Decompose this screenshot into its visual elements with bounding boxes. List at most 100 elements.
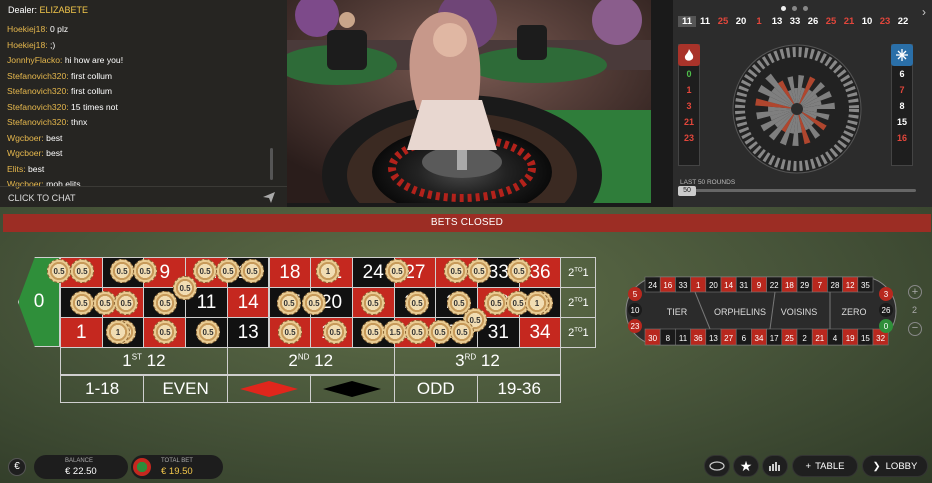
bet-chip: 0.5 [70,291,94,315]
odd-bet[interactable]: ODD [393,375,478,403]
bet-chip: 0.5 [361,320,385,344]
bet-chip: 0.5 [484,291,508,315]
race-number-label: 10 [631,306,640,315]
race-number-label: 0 [884,322,889,331]
cold-number: 7 [899,85,905,95]
race-section-tier[interactable]: TIER [667,307,688,317]
number-label: 36 [529,261,551,283]
black-bet[interactable] [310,375,395,403]
racetrack[interactable]: 24 16 33 1 20 14 31 9 22 18 29 7 28 12 35 30 8 11 36 13 27 6 3… [625,276,898,346]
bet-chip: 0.5 [278,320,302,344]
history-number: 33 [789,16,801,27]
bet-chip: 0.5 [405,291,429,315]
chat-username: Stefanovich320: [7,70,69,81]
hot-numbers: 0 1 3 21 23 [678,44,700,166]
chat-panel: Dealer: ELIZABETE Hoekiej18: 0 plz Hoekie… [0,0,287,207]
chat-username: Stefanovich320: [7,86,69,96]
dozen-bet-1[interactable]: 1ST 12 [60,347,228,375]
rounds-slider-track[interactable] [678,189,916,192]
number-label: 11 [196,291,217,313]
number-cell-13[interactable]: 13 [226,317,270,348]
bet-chip: 0.5 [302,291,326,315]
chat-scrollbar[interactable] [270,148,273,180]
number-label: 33 [487,261,509,283]
chat-placeholder: CLICK TO CHAT [8,193,76,203]
dozen-bet-3[interactable]: 3RD 12 [393,347,562,375]
chat-text: best [28,163,45,174]
chat-username: Hoekiej18: [7,39,48,50]
chat-message: JonnhyFlacko: hi how are you! [7,53,123,69]
low-bet[interactable]: 1-18 [60,375,145,403]
number-cell-1[interactable]: 1 [60,317,103,348]
chat-bubble-icon[interactable] [704,455,730,477]
history-number: 26 [807,16,819,27]
rounds-slider-handle[interactable]: 50 [678,186,696,196]
high-bet[interactable]: 19-36 [477,375,562,403]
chevron-right-icon[interactable]: › [922,5,926,19]
number-cell-18[interactable]: 18 [268,257,312,288]
statistics-panel: › 11 11 25 20 1 13 33 26 25 21 10 23 22 0 1 3 21 23 6781… [673,0,932,207]
race-section-orphelins[interactable]: ORPHELINS [714,307,766,317]
star-icon[interactable]: ★ [733,455,759,477]
cold-number: 16 [896,133,907,143]
plus-icon: + [805,460,812,472]
table-button[interactable]: + TABLE [792,455,858,477]
race-section-voisins[interactable]: VOISINS [781,307,818,317]
zero-label: 0 [33,291,45,312]
lobby-button[interactable]: ❯ LOBBY [862,455,928,477]
dozen-label: 2ND 12 [288,351,334,370]
history-number: 11 [678,16,696,27]
column-bet-1[interactable]: 2TO1 [560,257,597,288]
bet-chip: 0.5 [428,320,452,344]
minus-icon[interactable]: − [908,322,922,336]
stats-page-dots[interactable] [781,6,808,11]
send-icon[interactable] [263,192,275,203]
column-bet-3[interactable]: 2TO1 [560,317,597,348]
bet-chip: 0.5 [385,259,409,283]
bet-chip: 0.5 [193,259,217,283]
column-bet-label: 2TO1 [568,296,589,309]
number-cell-34[interactable]: 34 [518,317,562,348]
race-number-label: 31 [739,281,748,290]
race-number-label: 18 [785,281,794,290]
dozen-bet-2[interactable]: 2ND 12 [226,347,395,375]
race-number-label: 11 [679,334,688,343]
bet-chip: 0.5 [240,259,264,283]
bet-chip: 0.5 [114,291,138,315]
history-number: 22 [897,16,909,27]
euro-icon[interactable]: € [8,458,26,476]
bet-chip: 0.5 [216,259,240,283]
race-number-label: 32 [876,334,885,343]
race-number-label: 9 [757,281,762,290]
chat-input[interactable]: CLICK TO CHAT [0,186,287,207]
number-label: 14 [237,291,259,313]
even-bet[interactable]: EVEN [143,375,228,403]
column-bet-label: 2TO1 [568,326,589,339]
race-number-label: 7 [818,281,823,290]
chat-username: Elits: [7,163,26,174]
chips-icon [133,458,151,476]
result-history: 11 11 25 20 1 13 33 26 25 21 10 23 22 [678,16,912,27]
hot-number: 3 [686,101,692,111]
history-number: 25 [717,16,729,27]
number-label: 18 [279,261,301,283]
race-section-zero[interactable]: ZERO [841,307,866,317]
chat-text: best [46,132,63,143]
number-cell-14[interactable]: 14 [226,287,270,318]
history-number: 13 [771,16,783,27]
red-bet[interactable] [226,375,312,403]
column-bet-2[interactable]: 2TO1 [560,287,597,318]
bet-chip: 0.5 [70,259,94,283]
hot-number: 1 [686,85,692,95]
number-label: 1 [76,321,87,343]
bet-chip: 0.5 [444,259,468,283]
chat-message: Stefanovich320: thnx [7,115,123,131]
bet-chip: 0.5 [153,291,177,315]
hot-number: 23 [683,133,694,143]
plus-icon[interactable]: + [908,285,922,299]
balance-label: BALANCE [65,458,94,464]
bet-chip: 0.5 [507,259,531,283]
stats-icon[interactable] [762,455,788,477]
race-number-label: 17 [770,334,779,343]
neighbour-count: 2 [912,305,918,315]
